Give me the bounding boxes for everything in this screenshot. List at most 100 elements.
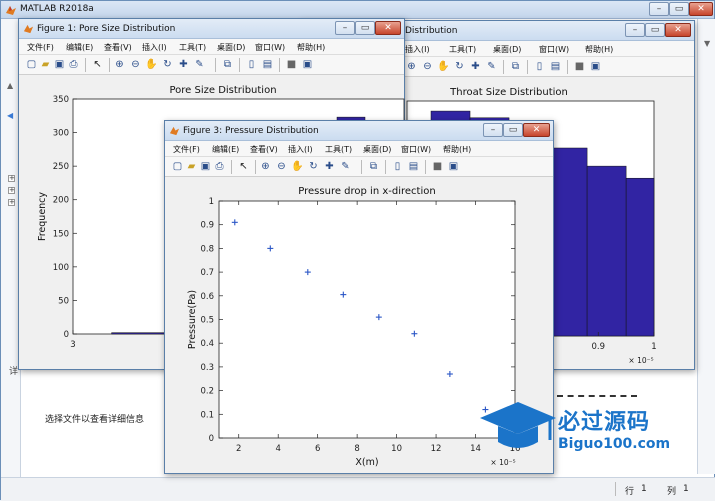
y-axis-label: Frequency [37, 192, 48, 241]
zoom-in-icon[interactable]: ⊕ [259, 160, 272, 173]
menu-edit[interactable]: 编辑(E) [66, 42, 93, 53]
link-plot-icon[interactable]: ⧉ [509, 60, 522, 73]
x-axis-label: X(m) [355, 457, 378, 468]
link-plot-icon[interactable]: ⧉ [367, 160, 380, 173]
data-cursor-icon[interactable]: ✚ [469, 60, 482, 73]
zoom-in-icon[interactable]: ⊕ [113, 58, 126, 71]
zoom-out-icon[interactable]: ⊖ [421, 60, 434, 73]
menu-tools[interactable]: 工具(T) [449, 44, 476, 55]
y-tick-label: 0.1 [200, 410, 214, 420]
fig1-maximize-button[interactable]: ▭ [355, 21, 375, 35]
pan-icon[interactable]: ✋ [437, 60, 450, 73]
panel-collapse-icon[interactable]: ▲ [7, 81, 13, 90]
colorbar-icon[interactable]: ▯ [533, 60, 546, 73]
data-cursor-icon[interactable]: ✚ [177, 58, 190, 71]
brush-icon[interactable]: ✎ [485, 60, 498, 73]
menu-desktop[interactable]: 桌面(D) [493, 44, 521, 55]
histogram-bar [625, 177, 655, 337]
pan-icon[interactable]: ✋ [145, 58, 158, 71]
fig1-close-button[interactable]: ✕ [375, 21, 401, 35]
menu-help[interactable]: 帮助(H) [297, 42, 325, 53]
main-close-button[interactable]: ✕ [689, 2, 713, 16]
show-tools-icon[interactable]: ▣ [447, 160, 460, 173]
fig2-minimize-button[interactable]: – [625, 23, 645, 37]
print-icon[interactable]: ⎙ [67, 58, 80, 71]
legend-icon[interactable]: ▤ [549, 60, 562, 73]
menu-window[interactable]: 窗口(W) [401, 144, 431, 155]
colorbar-icon[interactable]: ▯ [245, 58, 258, 71]
x-axis-multiplier: × 10⁻⁵ [628, 356, 653, 365]
rotate-icon[interactable]: ↻ [453, 60, 466, 73]
menu-edit[interactable]: 编辑(E) [212, 144, 239, 155]
menu-window[interactable]: 窗口(W) [255, 42, 285, 53]
show-tools-icon[interactable]: ▣ [589, 60, 602, 73]
hide-tools-icon[interactable]: ■ [285, 58, 298, 71]
show-tools-icon[interactable]: ▣ [301, 58, 314, 71]
menu-insert[interactable]: 插入(I) [142, 42, 167, 53]
open-file-icon[interactable]: ▰ [39, 58, 52, 71]
menu-file[interactable]: 文件(F) [173, 144, 200, 155]
rotate-icon[interactable]: ↻ [161, 58, 174, 71]
fig1-minimize-button[interactable]: – [335, 21, 355, 35]
fig2-close-button[interactable]: ✕ [665, 23, 691, 37]
pan-icon[interactable]: ✋ [291, 160, 304, 173]
main-maximize-button[interactable]: ▭ [669, 2, 689, 16]
y-tick-label: 0.4 [200, 339, 214, 349]
zoom-out-icon[interactable]: ⊖ [129, 58, 142, 71]
main-minimize-button[interactable]: – [649, 2, 669, 16]
legend-icon[interactable]: ▤ [407, 160, 420, 173]
menu-desktop[interactable]: 桌面(D) [217, 42, 245, 53]
new-figure-icon[interactable]: ▢ [171, 160, 184, 173]
data-cursor-icon[interactable]: ✚ [323, 160, 336, 173]
rotate-icon[interactable]: ↻ [307, 160, 320, 173]
figure-2-title: Distribution [405, 26, 458, 36]
brush-icon[interactable]: ✎ [193, 58, 206, 71]
y-tick-label: 100 [53, 263, 69, 273]
col-label: 列 [667, 487, 677, 497]
link-plot-icon[interactable]: ⧉ [221, 58, 234, 71]
new-figure-icon[interactable]: ▢ [25, 58, 38, 71]
menu-view[interactable]: 查看(V) [250, 144, 278, 155]
colorbar-icon[interactable]: ▯ [391, 160, 404, 173]
zoom-in-icon[interactable]: ⊕ [405, 60, 418, 73]
menu-help[interactable]: 帮助(H) [443, 144, 471, 155]
y-tick-label: 350 [53, 95, 69, 105]
fig3-minimize-button[interactable]: – [483, 123, 503, 137]
menu-tools[interactable]: 工具(T) [179, 42, 206, 53]
brush-icon[interactable]: ✎ [339, 160, 352, 173]
figure-3-menubar: 文件(F) 编辑(E) 查看(V) 插入(I) 工具(T) 桌面(D) 窗口(W… [165, 141, 553, 157]
y-tick-label: 0.9 [200, 221, 214, 231]
save-icon[interactable]: ▣ [53, 58, 66, 71]
panel-expand-icon[interactable]: ◀ [7, 111, 13, 120]
legend-icon[interactable]: ▤ [261, 58, 274, 71]
menu-edit[interactable]: 插入(I) [405, 44, 430, 55]
figure-3-title: Figure 3: Pressure Distribution [183, 126, 319, 136]
print-icon[interactable]: ⎙ [213, 160, 226, 173]
menu-view[interactable]: 查看(V) [104, 42, 132, 53]
menu-file[interactable]: 文件(F) [27, 42, 54, 53]
menu-help[interactable]: 帮助(H) [585, 44, 613, 55]
x-tick-label: 2 [236, 444, 241, 454]
y-tick-label: 300 [53, 129, 69, 139]
open-file-icon[interactable]: ▰ [185, 160, 198, 173]
save-icon[interactable]: ▣ [199, 160, 212, 173]
chart-title: Pressure drop in x-direction [298, 186, 435, 197]
panel-collapse-icon[interactable]: ▼ [704, 39, 710, 48]
figure-3-title-bar: Figure 3: Pressure Distribution – ▭ ✕ [165, 121, 553, 141]
tree-expand-icon[interactable]: + [8, 199, 15, 206]
menu-desktop[interactable]: 桌面(D) [363, 144, 391, 155]
fig3-close-button[interactable]: ✕ [523, 123, 550, 137]
hide-tools-icon[interactable]: ■ [573, 60, 586, 73]
zoom-out-icon[interactable]: ⊖ [275, 160, 288, 173]
fig2-maximize-button[interactable]: ▭ [645, 23, 665, 37]
menu-insert[interactable]: 插入(I) [288, 144, 313, 155]
hide-tools-icon[interactable]: ■ [431, 160, 444, 173]
y-tick-label: 0.8 [200, 244, 214, 254]
fig3-maximize-button[interactable]: ▭ [503, 123, 523, 137]
menu-window[interactable]: 窗口(W) [539, 44, 569, 55]
select-arrow-icon[interactable]: ↖ [237, 160, 250, 173]
tree-expand-icon[interactable]: + [8, 175, 15, 182]
select-arrow-icon[interactable]: ↖ [91, 58, 104, 71]
tree-expand-icon[interactable]: + [8, 187, 15, 194]
menu-tools[interactable]: 工具(T) [325, 144, 352, 155]
